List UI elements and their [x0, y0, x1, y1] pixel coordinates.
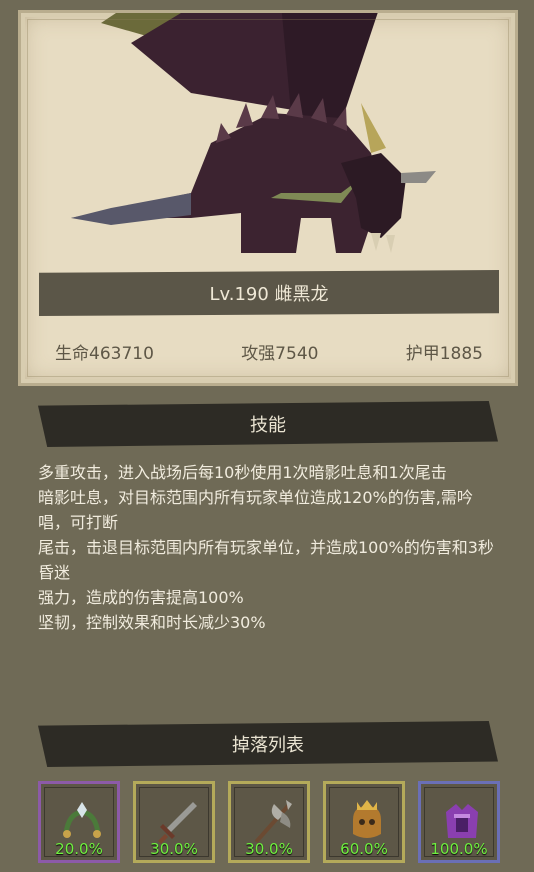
- drop-rate: 20.0%: [55, 840, 103, 858]
- skill-line: 强力，造成的伤害提高100%: [38, 588, 244, 607]
- drop-slot-sword[interactable]: 30.0%: [133, 781, 215, 863]
- monster-card: Lv.190 雌黑龙 生命463710 攻强7540 护甲1885: [18, 10, 518, 386]
- skill-line: 暗影吐息，对目标范围内所有玩家单位造成120%的伤害,需吟唱，可打断: [38, 488, 473, 532]
- monster-stats: 生命463710 攻强7540 护甲1885: [39, 339, 499, 364]
- axe-icon: [254, 800, 292, 844]
- skill-line: 多重攻击，进入战场后每10秒使用1次暗影吐息和1次尾击: [38, 463, 447, 482]
- monster-name: Lv.190 雌黑龙: [209, 284, 329, 305]
- skills-title: 技能: [250, 415, 286, 436]
- skills-header: 技能: [38, 401, 498, 447]
- drop-rate: 30.0%: [245, 840, 293, 858]
- drop-rate: 100.0%: [430, 840, 488, 858]
- helmet-icon: [353, 800, 381, 838]
- drops-header: 掉落列表: [38, 721, 498, 767]
- drop-rate: 60.0%: [340, 840, 388, 858]
- skill-line: 尾击，击退目标范围内所有玩家单位，并造成100%的伤害和3秒昏迷: [38, 538, 494, 582]
- drop-slot-necklace[interactable]: 20.0%: [38, 781, 120, 863]
- black-dragon-image: [71, 13, 436, 253]
- armor-stat: 护甲1885: [405, 344, 483, 364]
- sword-icon: [158, 802, 197, 844]
- drop-slot-armor[interactable]: 100.0%: [418, 781, 500, 863]
- hp-stat: 生命463710: [55, 344, 154, 364]
- armor-icon: [446, 804, 478, 838]
- drop-slot-helmet[interactable]: 60.0%: [323, 781, 405, 863]
- attack-stat: 攻强7540: [241, 344, 319, 364]
- drop-rate: 30.0%: [150, 840, 198, 858]
- monster-name-bar: Lv.190 雌黑龙: [39, 270, 499, 316]
- necklace-icon: [63, 802, 101, 838]
- drop-slot-axe[interactable]: 30.0%: [228, 781, 310, 863]
- drop-list: 20.0% 30.0% 30.0% 60.0% 100.0%: [38, 781, 500, 865]
- skill-line: 坚韧，控制效果和时长减少30%: [38, 613, 266, 632]
- drops-title: 掉落列表: [232, 735, 304, 756]
- skill-description: 多重攻击，进入战场后每10秒使用1次暗影吐息和1次尾击 暗影吐息，对目标范围内所…: [38, 460, 498, 635]
